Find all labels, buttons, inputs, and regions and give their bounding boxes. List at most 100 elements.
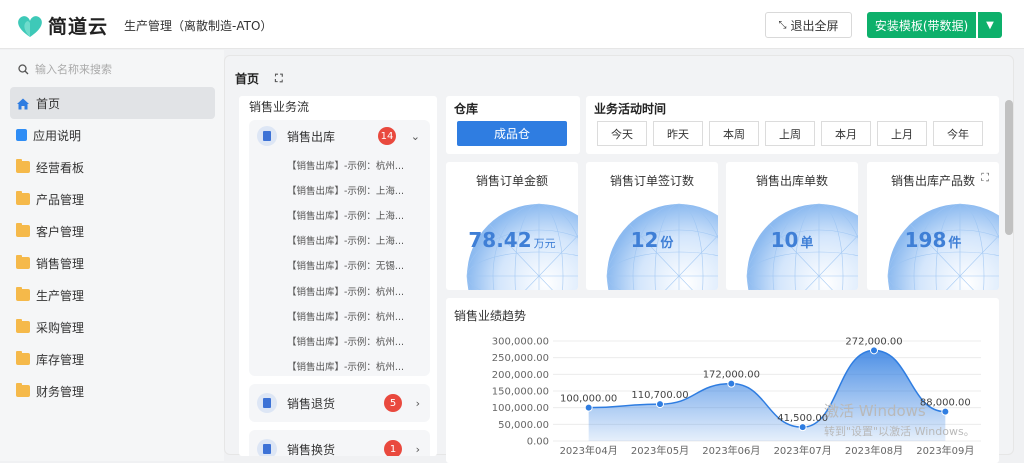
warehouse-finished-goods-button[interactable]: 成品仓: [457, 121, 567, 146]
flow-row[interactable]: 【销售出库】-示例：杭州...: [249, 278, 430, 303]
sidebar-item-label: 生产管理: [36, 288, 85, 303]
sidebar-item-home[interactable]: 首页: [10, 87, 215, 119]
sidebar: 输入名称来搜索 首页 应用说明 经营看板 产品管理 客户管理 销售管理 生产管理…: [0, 50, 224, 461]
flow-row[interactable]: 【销售出库】-示例：杭州...: [249, 328, 430, 353]
kpi-value-wrap: 198 件: [867, 228, 999, 252]
search-input[interactable]: 输入名称来搜索: [18, 61, 112, 77]
activity-time-title: 业务活动时间: [594, 102, 667, 116]
chevron-right-icon[interactable]: ›: [416, 443, 420, 456]
chevron-right-icon[interactable]: ›: [416, 397, 420, 410]
data-label: 272,000.00: [845, 336, 902, 347]
flow-group-label: 销售换货: [287, 442, 336, 457]
time-filter-last-week[interactable]: 上周: [765, 121, 815, 146]
flow-group-header[interactable]: 销售换货 1 ›: [249, 430, 430, 456]
flow-row[interactable]: 【销售出库】-示例：上海...: [249, 177, 430, 202]
y-tick-label: 100,000.00: [492, 403, 549, 414]
home-icon: [16, 97, 30, 110]
fullscreen-icon[interactable]: ⛶: [275, 72, 283, 86]
y-tick-label: 300,000.00: [492, 337, 549, 348]
sidebar-item-finance[interactable]: 财务管理: [10, 375, 215, 407]
data-label: 100,000.00: [560, 394, 617, 405]
flow-row[interactable]: 【销售出库】-示例：杭州...: [249, 303, 430, 328]
sidebar-item-sales[interactable]: 销售管理: [10, 247, 215, 279]
logo[interactable]: 简道云: [14, 12, 108, 39]
document-icon: [257, 393, 277, 413]
kpi-value: 78.42: [468, 228, 532, 252]
install-template-button[interactable]: 安装模板(带数据): [867, 12, 976, 38]
data-label: 41,500.00: [777, 413, 828, 424]
sidebar-item-inventory[interactable]: 库存管理: [10, 343, 215, 375]
sidebar-item-label: 产品管理: [36, 192, 85, 207]
exit-fullscreen-button[interactable]: ⤡ 退出全屏: [765, 12, 852, 38]
x-tick-label: 2023年04月: [560, 444, 618, 457]
data-point: [584, 403, 593, 412]
flow-group-header[interactable]: 销售退货 5 ›: [249, 384, 430, 422]
kpi-unit: 单: [800, 236, 814, 251]
flow-row[interactable]: 【销售出库】-示例：上海...: [249, 228, 430, 253]
flow-row[interactable]: 【销售出库】-示例：无锡...: [249, 253, 430, 278]
time-filter-this-month[interactable]: 本月: [821, 121, 871, 146]
dashboard-panel: 首页 ⛶ 销售业务流 销售出库 14 ⌄ 【销售出库】-示例：杭州... 【销售…: [224, 55, 1014, 463]
flow-group-header[interactable]: 销售出库 14 ⌄: [249, 120, 430, 152]
time-filter-today[interactable]: 今天: [597, 121, 647, 146]
chevron-down-icon[interactable]: ⌄: [411, 130, 420, 143]
sidebar-item-label: 销售管理: [36, 256, 85, 271]
kpi-value-wrap: 10 单: [726, 228, 858, 252]
sidebar-item-dashboard[interactable]: 经营看板: [10, 151, 215, 183]
sidebar-item-purchasing[interactable]: 采购管理: [10, 311, 215, 343]
time-filter-yesterday[interactable]: 昨天: [653, 121, 703, 146]
flow-group-sales-exchange[interactable]: 销售换货 1 ›: [249, 430, 430, 456]
flow-row[interactable]: 【销售出库】-示例：杭州...: [249, 354, 430, 379]
y-tick-label: 150,000.00: [492, 387, 549, 398]
folder-icon: [16, 383, 30, 397]
time-filter-last-month[interactable]: 上月: [877, 121, 927, 146]
data-point: [798, 423, 807, 432]
folder-icon: [16, 159, 30, 173]
kpi-value: 12: [630, 228, 659, 252]
x-tick-label: 2023年05月: [631, 444, 689, 457]
time-filter-this-year[interactable]: 今年: [933, 121, 983, 146]
kpi-value: 10: [770, 228, 799, 252]
app-title: 生产管理（离散制造-ATO）: [124, 19, 273, 33]
time-filter-this-week[interactable]: 本周: [709, 121, 759, 146]
scrollbar[interactable]: [1005, 100, 1013, 235]
sidebar-item-products[interactable]: 产品管理: [10, 183, 215, 215]
flow-row[interactable]: 【销售出库】-示例：上海...: [249, 202, 430, 227]
flow-group-label: 销售出库: [287, 129, 336, 144]
sidebar-item-app-guide[interactable]: 应用说明: [10, 119, 215, 151]
count-badge: 14: [378, 127, 396, 145]
x-tick-label: 2023年09月: [916, 444, 974, 457]
kpi-unit: 件: [948, 236, 962, 251]
kpi-card-outbound-orders: 销售出库单数 10 单: [726, 162, 858, 290]
collapse-icon: ⤡: [778, 19, 787, 31]
chevron-down-icon: ▼: [986, 19, 994, 31]
folder-icon: [16, 191, 30, 205]
sidebar-item-production[interactable]: 生产管理: [10, 279, 215, 311]
sidebar-item-label: 采购管理: [36, 320, 85, 335]
flow-group-sales-return[interactable]: 销售退货 5 ›: [249, 384, 430, 422]
watermark-line2: 转到"设置"以激活 Windows。: [824, 425, 975, 438]
tab-home[interactable]: 首页: [235, 70, 259, 87]
kpi-value: 198: [904, 228, 947, 252]
y-tick-label: 0.00: [527, 437, 549, 448]
sales-flow-title: 销售业务流: [249, 100, 310, 114]
flow-row[interactable]: 【销售出库】-示例：杭州...: [249, 152, 430, 177]
activity-time-card: 业务活动时间 今天 昨天 本周 上周 本月 上月 今年: [586, 96, 999, 154]
kpi-title: 销售订单金额: [475, 174, 548, 188]
sidebar-item-label: 应用说明: [33, 128, 82, 143]
document-icon: [257, 126, 277, 146]
install-dropdown-button[interactable]: ▼: [978, 12, 1002, 38]
warehouse-card: 仓库 成品仓: [446, 96, 580, 154]
search-placeholder: 输入名称来搜索: [35, 63, 112, 76]
sales-flow-card: 销售业务流 销售出库 14 ⌄ 【销售出库】-示例：杭州... 【销售出库】-示…: [239, 96, 437, 456]
data-point: [656, 400, 664, 409]
sidebar-item-customers[interactable]: 客户管理: [10, 215, 215, 247]
sidebar-item-label: 首页: [36, 96, 61, 111]
folder-icon: [16, 287, 30, 301]
count-badge: 1: [384, 440, 402, 456]
folder-icon: [16, 319, 30, 333]
data-label: 172,000.00: [703, 370, 760, 381]
kpi-unit: 份: [660, 236, 674, 251]
fullscreen-icon[interactable]: ⛶: [981, 171, 989, 185]
kpi-title: 销售出库单数: [755, 174, 828, 188]
